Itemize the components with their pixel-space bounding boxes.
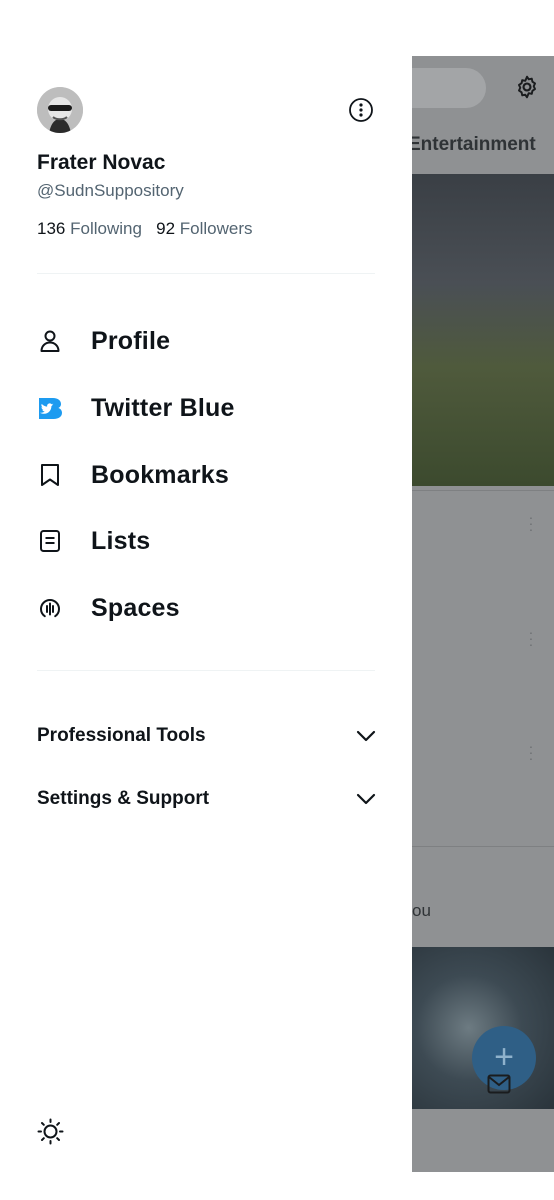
background-app: Entertainment · · · · · · · · · ou + bbox=[412, 0, 554, 1200]
person-icon bbox=[37, 328, 63, 354]
following-count: 136 bbox=[37, 219, 66, 238]
nav-label: Lists bbox=[91, 526, 151, 555]
avatar-image bbox=[37, 87, 83, 133]
display-theme-icon[interactable] bbox=[37, 1118, 64, 1145]
nav-item-bookmarks[interactable]: Bookmarks bbox=[37, 450, 377, 500]
background-divider bbox=[412, 490, 554, 491]
background-divider bbox=[412, 846, 554, 847]
twitter-blue-icon bbox=[37, 395, 63, 421]
spaces-icon bbox=[37, 595, 63, 621]
background-more-icon: · · · bbox=[528, 624, 534, 652]
background-more-icon: · · · bbox=[528, 509, 534, 537]
followers-link[interactable]: 92 Followers bbox=[156, 219, 252, 238]
nav-item-profile[interactable]: Profile bbox=[37, 316, 377, 366]
more-options-icon[interactable] bbox=[348, 97, 374, 123]
nav-label: Profile bbox=[91, 326, 171, 355]
gear-icon bbox=[518, 75, 536, 99]
followers-count: 92 bbox=[156, 219, 176, 238]
section-label: Professional Tools bbox=[37, 725, 206, 746]
section-settings-support[interactable]: Settings & Support bbox=[37, 779, 377, 819]
divider bbox=[37, 670, 375, 671]
display-name[interactable]: Frater Novac bbox=[37, 151, 165, 175]
mail-icon bbox=[487, 1074, 511, 1094]
background-search-bar bbox=[412, 68, 486, 108]
list-icon bbox=[37, 528, 63, 554]
followers-label: Followers bbox=[179, 219, 253, 238]
section-professional-tools[interactable]: Professional Tools bbox=[37, 716, 377, 756]
navigation-drawer: Frater Novac @SudnSuppository 136 Follow… bbox=[0, 0, 412, 1200]
chevron-down-icon bbox=[356, 730, 376, 742]
background-overlay[interactable]: Entertainment · · · · · · · · · ou + bbox=[412, 56, 554, 1172]
nav-item-spaces[interactable]: Spaces bbox=[37, 583, 377, 633]
background-partial-text: ou bbox=[412, 901, 431, 920]
nav-item-lists[interactable]: Lists bbox=[37, 516, 377, 566]
nav-label: Bookmarks bbox=[91, 460, 229, 489]
follow-stats: 136 Following 92 Followers bbox=[37, 219, 253, 239]
chevron-down-icon bbox=[356, 793, 376, 805]
bookmark-icon bbox=[37, 462, 63, 488]
background-media-image bbox=[412, 174, 554, 486]
nav-item-twitter-blue[interactable]: Twitter Blue bbox=[37, 383, 377, 433]
nav-label: Spaces bbox=[91, 593, 180, 622]
user-handle[interactable]: @SudnSuppository bbox=[37, 181, 184, 201]
background-tab-entertainment: Entertainment bbox=[412, 134, 536, 155]
nav-label: Twitter Blue bbox=[91, 393, 235, 422]
divider bbox=[37, 273, 375, 274]
background-more-icon: · · · bbox=[528, 738, 534, 766]
avatar[interactable] bbox=[37, 87, 83, 133]
following-label: Following bbox=[70, 219, 142, 238]
section-label: Settings & Support bbox=[37, 788, 210, 809]
following-link[interactable]: 136 Following bbox=[37, 219, 147, 238]
